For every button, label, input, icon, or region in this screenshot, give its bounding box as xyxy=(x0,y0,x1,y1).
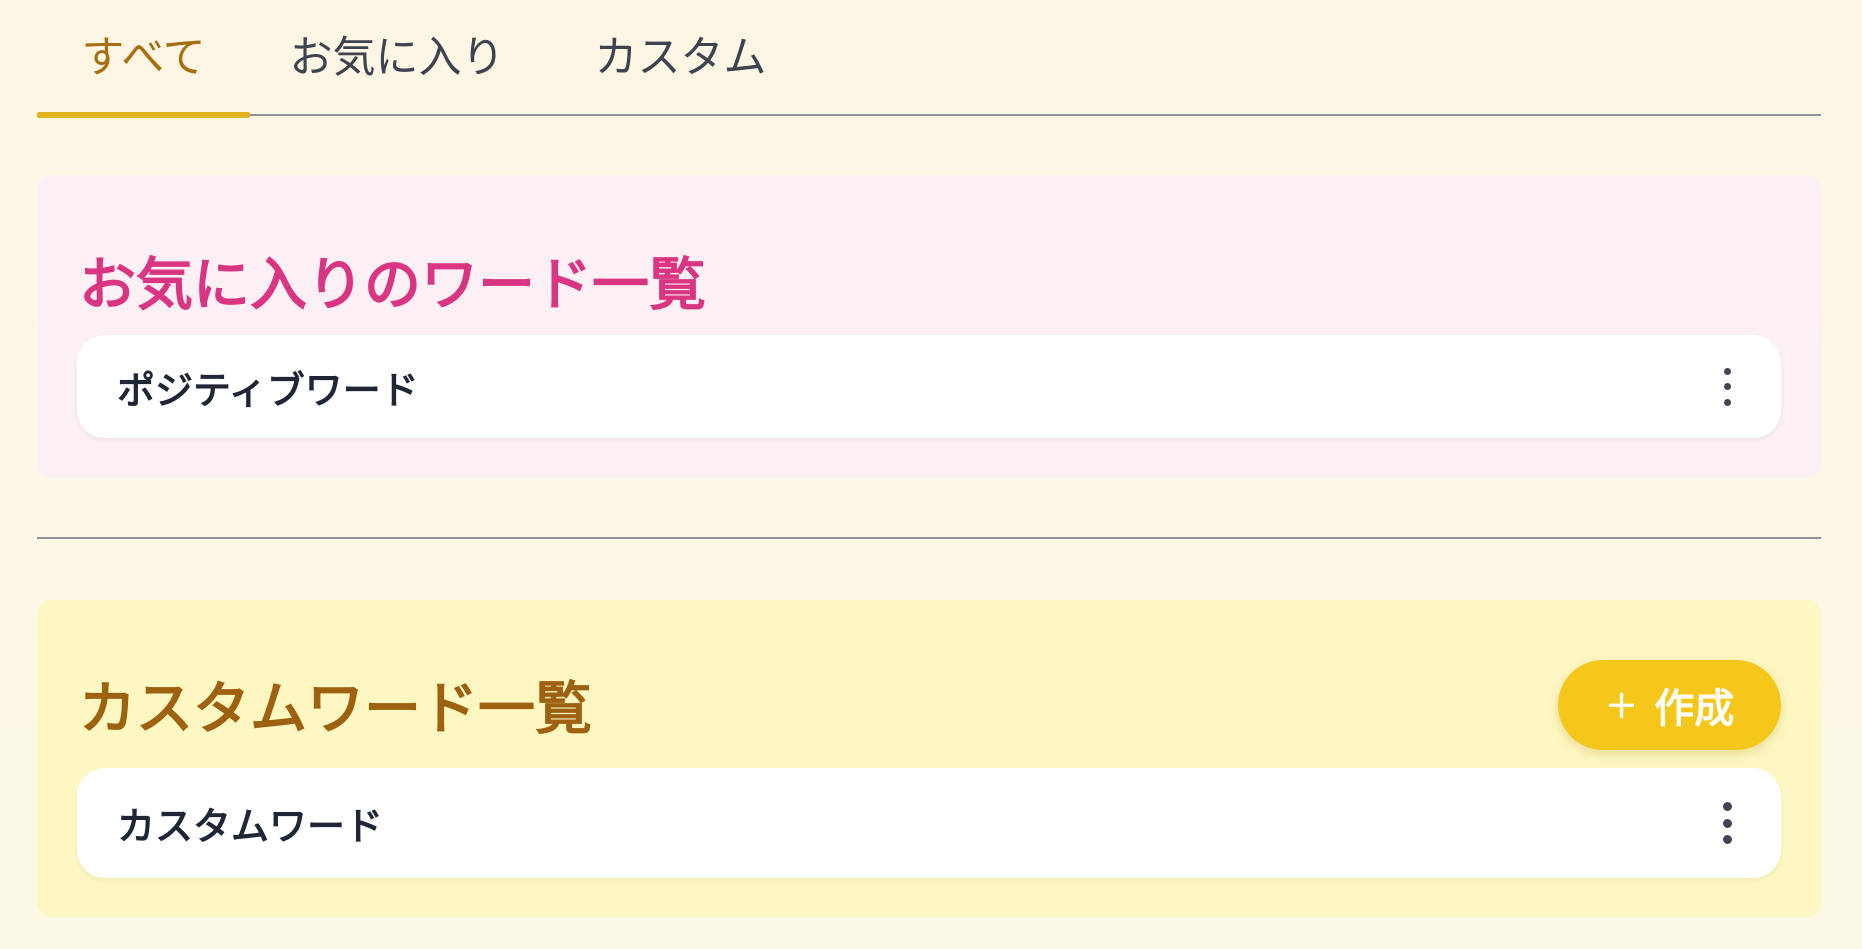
create-button-label: 作成 xyxy=(1654,686,1735,732)
word-label: カスタムワード xyxy=(117,804,384,849)
list-item[interactable]: カスタムワード xyxy=(77,768,1781,878)
custom-title: カスタムワード一覧 xyxy=(79,676,592,742)
favorites-title: お気に入りのワード一覧 xyxy=(79,252,706,318)
plus-icon: + xyxy=(1604,682,1639,728)
tab-custom[interactable]: カスタム xyxy=(583,0,778,114)
word-label: ポジティブワード xyxy=(117,368,419,412)
tab-all[interactable]: すべて xyxy=(37,0,250,118)
more-vertical-icon[interactable] xyxy=(1721,367,1733,406)
list-item[interactable]: ポジティブワード xyxy=(77,335,1781,438)
favorites-section: お気に入りのワード一覧 ポジティブワード xyxy=(37,175,1821,478)
create-button[interactable]: + 作成 xyxy=(1558,660,1781,750)
tab-favorites[interactable]: お気に入り xyxy=(282,0,512,114)
more-vertical-icon[interactable] xyxy=(1721,802,1733,844)
section-divider xyxy=(37,537,1821,539)
custom-section: カスタムワード一覧 + 作成 カスタムワード xyxy=(37,600,1821,917)
tab-bar: すべて お気に入り カスタム xyxy=(37,0,1821,118)
